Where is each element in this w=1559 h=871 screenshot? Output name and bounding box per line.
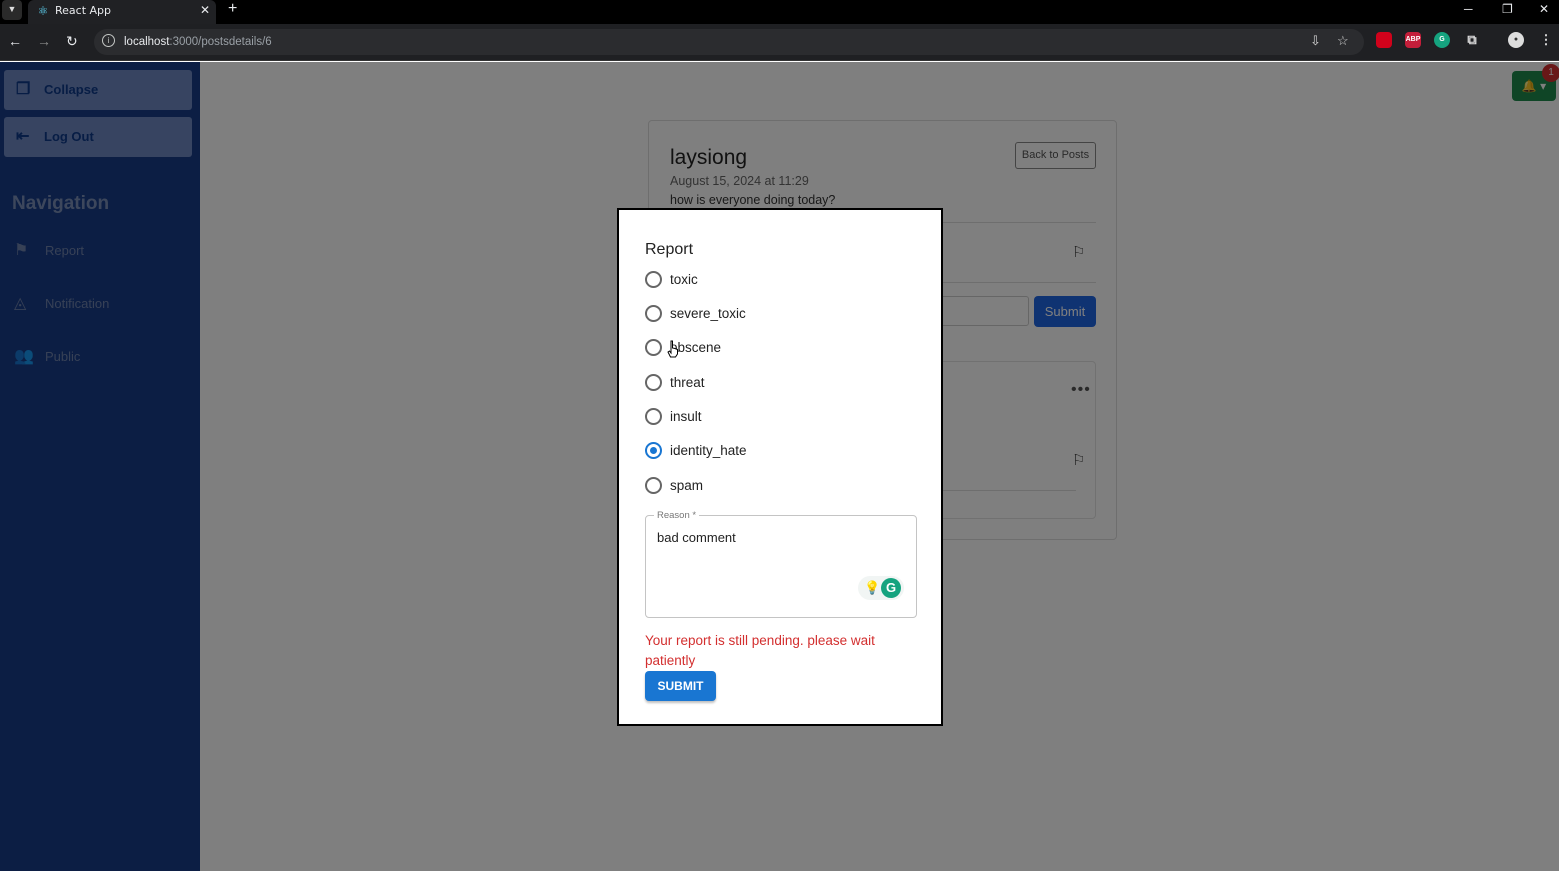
profile-avatar-icon[interactable]: ●	[1508, 32, 1524, 48]
grammarly-extension-icon[interactable]: G	[1434, 32, 1450, 48]
tab-close-icon[interactable]: ✕	[200, 2, 210, 18]
radio-button[interactable]	[645, 477, 662, 494]
browser-menu-icon[interactable]: ⋮	[1538, 32, 1554, 48]
window-close-icon[interactable]: ✕	[1539, 2, 1549, 16]
radio-option-toxic[interactable]: toxic	[645, 269, 905, 291]
url-path: :3000/postsdetails/6	[169, 36, 272, 48]
radio-label: identity_hate	[670, 443, 747, 458]
radio-button[interactable]	[645, 339, 662, 356]
back-arrow-icon[interactable]: ←	[8, 33, 22, 49]
browser-tab-bar: ▼ ⚛ React App ✕ + ─ ❐ ✕	[0, 0, 1559, 24]
grammarly-widget[interactable]: 💡 G	[858, 576, 904, 600]
report-submit-button[interactable]: SUBMIT	[645, 671, 716, 701]
radio-button[interactable]	[645, 374, 662, 391]
radio-button[interactable]	[645, 408, 662, 425]
radio-label: severe_toxic	[670, 306, 746, 321]
radio-button[interactable]	[645, 305, 662, 322]
radio-label: threat	[670, 375, 705, 390]
grammarly-icon[interactable]: G	[881, 578, 901, 598]
adblock-plus-icon[interactable]: ABP	[1405, 32, 1421, 48]
pending-message: Your report is still pending. please wai…	[645, 633, 875, 668]
report-modal: Report toxic severe_toxic obscene threat…	[617, 208, 943, 726]
site-info-icon[interactable]: i	[102, 34, 115, 47]
radio-label: insult	[670, 409, 702, 424]
install-app-icon[interactable]: ⇩	[1310, 33, 1321, 49]
radio-label: toxic	[670, 272, 698, 287]
new-tab-button[interactable]: +	[228, 1, 237, 17]
radio-option-threat[interactable]: threat	[645, 372, 905, 394]
url-host: localhost	[124, 36, 170, 48]
hand-cursor-icon	[667, 340, 678, 358]
radio-button[interactable]	[645, 271, 662, 288]
radio-button-selected[interactable]	[645, 442, 662, 459]
radio-option-severe-toxic[interactable]: severe_toxic	[645, 303, 905, 325]
reason-label: Reason *	[654, 510, 700, 521]
radio-option-insult[interactable]: insult	[645, 406, 905, 428]
reason-textarea[interactable]: Reason * bad comment 💡 G	[645, 510, 917, 618]
browser-tab[interactable]: ⚛ React App ✕	[28, 0, 216, 24]
extensions-puzzle-icon[interactable]: ⧉	[1464, 32, 1480, 48]
radio-option-spam[interactable]: spam	[645, 475, 905, 497]
address-bar[interactable]: i localhost:3000/postsdetails/6 ⇩ ☆	[94, 29, 1364, 55]
tab-title: React App	[55, 4, 112, 17]
browser-toolbar: ← → ↻ i localhost:3000/postsdetails/6 ⇩ …	[0, 24, 1559, 61]
radio-label: spam	[670, 478, 704, 493]
minimize-icon[interactable]: ─	[1464, 2, 1473, 16]
react-icon: ⚛	[37, 4, 49, 18]
restore-icon[interactable]: ❐	[1502, 2, 1513, 16]
radio-option-identity-hate[interactable]: identity_hate	[645, 440, 905, 462]
radio-option-obscene[interactable]: obscene	[645, 337, 905, 359]
reason-value[interactable]: bad comment	[657, 530, 736, 546]
lightbulb-icon[interactable]: 💡	[864, 580, 880, 596]
forward-arrow-icon[interactable]: →	[37, 33, 51, 49]
extension-red-icon[interactable]	[1376, 32, 1392, 48]
tab-list-button[interactable]: ▼	[2, 0, 22, 20]
modal-title: Report	[645, 241, 694, 258]
bookmark-star-icon[interactable]: ☆	[1337, 33, 1349, 49]
url-text: localhost:3000/postsdetails/6	[124, 34, 272, 50]
reload-icon[interactable]: ↻	[66, 33, 78, 49]
